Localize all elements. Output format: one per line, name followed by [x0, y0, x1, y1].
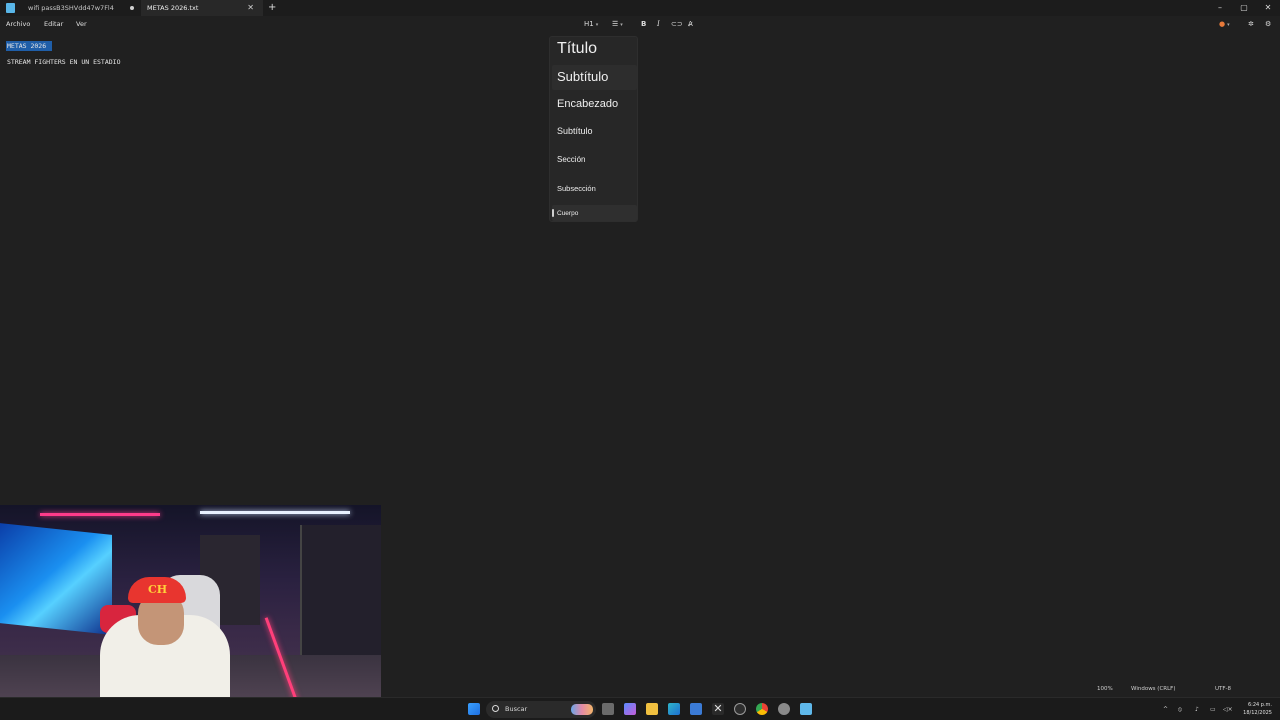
taskbar-search[interactable]: Buscar: [486, 701, 596, 718]
list-icon: ☰: [612, 20, 619, 28]
task-view-icon[interactable]: [602, 703, 614, 715]
menu-file[interactable]: Archivo: [6, 16, 30, 33]
tray-chevron-up-icon[interactable]: ^: [1163, 698, 1168, 720]
webcam-overlay: CH: [0, 505, 381, 720]
heading-label: H1: [584, 20, 594, 28]
tab-label: METAS 2026.txt: [147, 4, 199, 12]
accessibility-icon[interactable]: ✲: [1248, 16, 1254, 33]
editor-line-selected[interactable]: METAS 2026: [6, 41, 53, 51]
chevron-down-icon: ▾: [595, 22, 599, 28]
settings-gear-icon[interactable]: ⚙: [1265, 16, 1271, 33]
menu-item-subtitulo[interactable]: Subtítulo: [557, 69, 608, 84]
list-dropdown-button[interactable]: ☰ ▾: [612, 16, 623, 34]
monitor-icon[interactable]: ▭: [1210, 698, 1216, 720]
maximize-button[interactable]: ▢: [1232, 0, 1256, 16]
zoom-level[interactable]: 100%: [1097, 681, 1113, 697]
network-off-icon[interactable]: ⦸: [1178, 698, 1182, 720]
editor-line[interactable]: STREAM FIGHTERS EN UN ESTADIO: [7, 58, 121, 66]
speaker-muted-icon[interactable]: ◁×: [1223, 698, 1233, 720]
menu-item-seccion[interactable]: Sección: [557, 155, 585, 164]
search-highlight-icon: [571, 704, 593, 715]
search-label: Buscar: [505, 705, 528, 713]
capcut-icon[interactable]: ✕: [712, 703, 724, 715]
new-tab-button[interactable]: +: [268, 0, 276, 16]
notepad-taskbar-icon[interactable]: [800, 703, 812, 715]
webcam-cap-logo: CH: [148, 583, 168, 596]
file-explorer-icon[interactable]: [646, 703, 658, 715]
obs-icon[interactable]: [734, 703, 746, 715]
close-tab-icon[interactable]: ✕: [247, 0, 254, 16]
unsaved-dot-icon: [130, 6, 134, 10]
minimize-button[interactable]: –: [1208, 0, 1232, 16]
chevron-down-icon: ▾: [1227, 22, 1230, 28]
menu-item-subseccion[interactable]: Subsección: [557, 184, 596, 193]
heading-style-menu: Título Subtítulo Encabezado Subtítulo Se…: [549, 36, 638, 222]
windows-start-icon[interactable]: [468, 703, 480, 715]
edge-icon[interactable]: [668, 703, 680, 715]
settings-taskbar-icon[interactable]: [778, 703, 790, 715]
tab-metas-2026[interactable]: METAS 2026.txt ✕: [141, 0, 263, 16]
clock-date: 18/12/2025: [1243, 710, 1272, 716]
tab-wifi-pass[interactable]: wifi passB3SHVdd47w7Fl4: [22, 0, 144, 16]
close-window-button[interactable]: ✕: [1256, 0, 1280, 16]
notepad-app-icon: [6, 3, 15, 13]
encoding[interactable]: UTF-8: [1215, 681, 1231, 697]
title-bar: wifi passB3SHVdd47w7Fl4 METAS 2026.txt ✕…: [0, 0, 1280, 16]
clock-time: 6:24 p.m.: [1247, 702, 1272, 708]
menu-item-titulo[interactable]: Título: [557, 40, 597, 58]
bold-button[interactable]: B: [641, 16, 646, 33]
webcam-neon-light: [200, 511, 350, 514]
store-icon[interactable]: [690, 703, 702, 715]
menu-item-subtitulo-2[interactable]: Subtítulo: [557, 126, 593, 136]
copilot-icon[interactable]: ● ▾: [1219, 16, 1230, 34]
chrome-icon[interactable]: [756, 703, 768, 715]
system-clock[interactable]: 6:24 p.m. 18/12/2025: [1238, 701, 1272, 717]
copilot-taskbar-icon[interactable]: [624, 703, 636, 715]
italic-button[interactable]: I: [657, 16, 660, 33]
line-ending[interactable]: Windows (CRLF): [1131, 681, 1175, 697]
taskbar: Buscar ✕ ^ ⦸ ♪ ▭ ◁× 6:24 p.m. 18/12/2025: [0, 697, 1280, 720]
tab-label: wifi passB3SHVdd47w7Fl4: [28, 4, 114, 12]
microphone-icon[interactable]: ♪: [1195, 698, 1199, 720]
menu-item-cuerpo[interactable]: Cuerpo: [557, 210, 578, 217]
menu-edit[interactable]: Editar: [44, 16, 63, 33]
search-icon: [492, 705, 499, 712]
menu-item-encabezado[interactable]: Encabezado: [557, 98, 618, 110]
chevron-down-icon: ▾: [620, 22, 623, 28]
webcam-neon-light: [40, 513, 160, 516]
webcam-wall-screen: [0, 523, 112, 635]
selected-indicator: [552, 209, 554, 217]
clear-formatting-icon[interactable]: A̷: [688, 16, 693, 33]
heading-dropdown-button[interactable]: H1 ▾: [584, 16, 598, 34]
link-icon[interactable]: ⊂⊃: [671, 16, 683, 33]
menu-view[interactable]: Ver: [76, 16, 87, 33]
menu-bar: Archivo Editar Ver H1 ▾ ☰ ▾ B I ⊂⊃ A̷ ● ▾ ✲…: [0, 16, 1280, 33]
